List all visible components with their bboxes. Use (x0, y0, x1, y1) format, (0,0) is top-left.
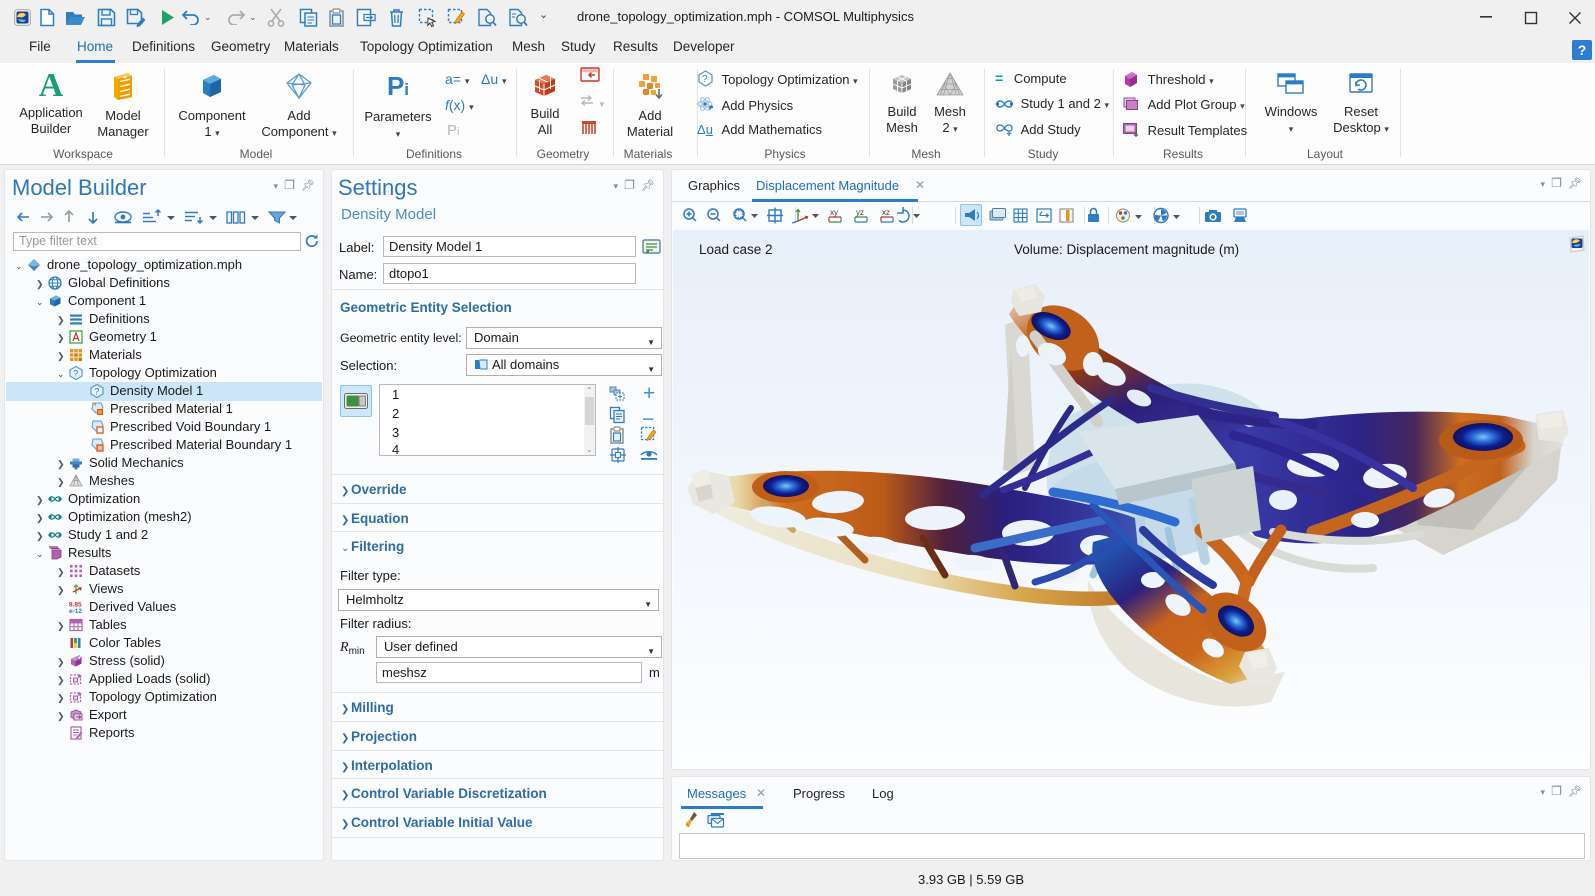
svg-text:?: ? (73, 369, 78, 379)
svg-text:?: ? (702, 74, 708, 85)
svg-text:?: ? (94, 387, 99, 397)
svg-text:xy: xy (830, 208, 838, 217)
svg-text:e-12: e-12 (69, 608, 82, 614)
svg-text:yz: yz (856, 208, 864, 217)
svg-text:xz: xz (882, 208, 890, 217)
